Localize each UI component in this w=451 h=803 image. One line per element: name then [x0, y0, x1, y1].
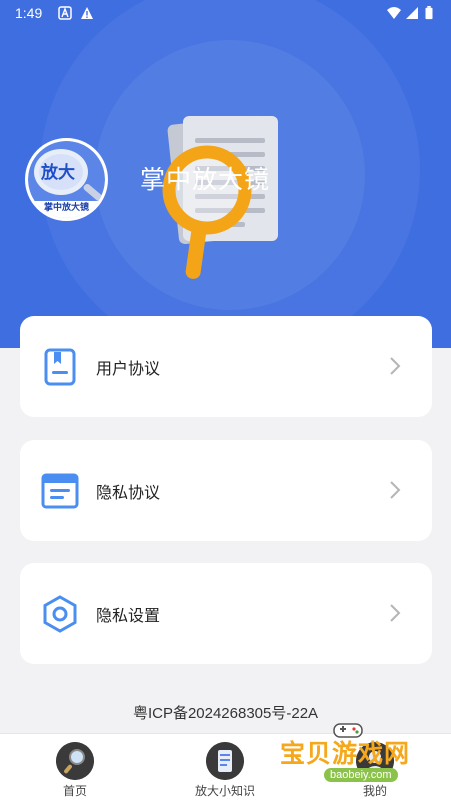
magnifier-icon: [56, 742, 94, 780]
chevron-right-icon: [390, 604, 401, 622]
wifi-icon: [387, 7, 401, 19]
status-bar: 1:49: [0, 0, 451, 26]
hexagon-settings-icon: [43, 595, 77, 633]
menu-item-label: 隐私协议: [96, 483, 161, 502]
a-icon: [58, 6, 72, 20]
header-banner: 1:49 放大 掌中放大镜 掌中放大镜: [0, 0, 451, 348]
status-time: 1:49: [15, 5, 43, 21]
magnifier-document-illustration: [162, 115, 278, 279]
tab-home[interactable]: 首页: [0, 734, 150, 803]
warning-icon: [81, 7, 93, 19]
avatar-text: 放大: [41, 163, 75, 183]
avatar-caption: 掌中放大镜: [28, 201, 105, 218]
avatar[interactable]: 放大 掌中放大镜: [25, 138, 108, 221]
tab-label: 首页: [62, 784, 87, 798]
battery-icon: [425, 6, 433, 20]
list-doc-icon: [41, 473, 79, 509]
bookmark-doc-icon: [44, 348, 76, 386]
menu-item-privacy-settings[interactable]: 隐私设置: [20, 563, 432, 664]
menu-item-privacy-agreement[interactable]: 隐私协议: [20, 440, 432, 541]
chevron-right-icon: [390, 481, 401, 499]
menu-item-user-agreement[interactable]: 用户协议: [20, 316, 432, 417]
watermark-title: 宝贝游戏网: [280, 739, 411, 768]
phone-doc-icon: [206, 742, 244, 780]
menu-item-label: 用户协议: [96, 359, 161, 378]
chevron-right-icon: [390, 357, 401, 375]
watermark: 宝贝游戏网 baobeiy.com: [272, 720, 442, 800]
signal-icon: [406, 7, 418, 19]
menu-item-label: 隐私设置: [96, 606, 161, 625]
watermark-url: baobeiy.com: [324, 768, 398, 782]
app-title: 掌中放大镜: [140, 165, 271, 194]
